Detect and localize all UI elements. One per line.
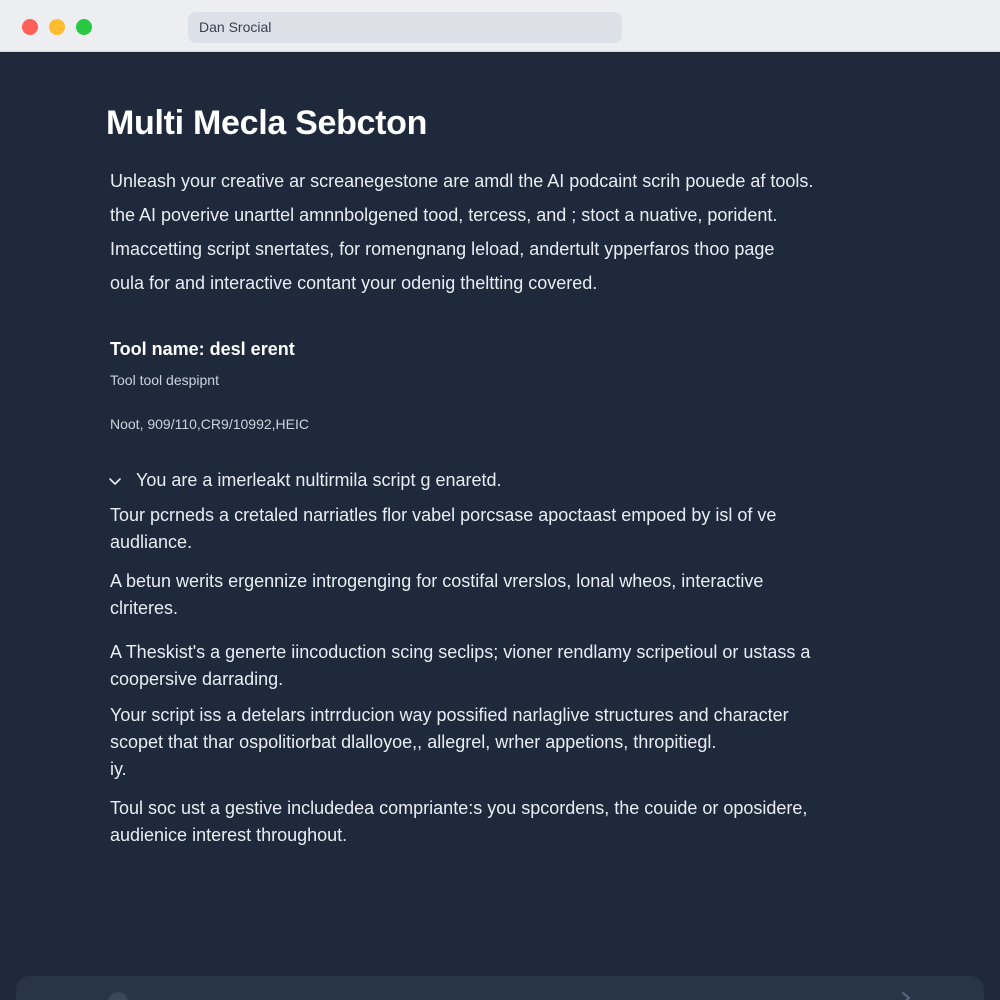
maximize-window-button[interactable] — [76, 19, 92, 35]
send-icon[interactable] — [898, 990, 914, 1000]
paragraph-line: clriteres. — [110, 598, 179, 618]
chevron-down-icon — [109, 477, 121, 485]
intro-paragraph: Unleash your creative ar screanegestone … — [110, 164, 890, 300]
paragraph-line: iy. — [110, 759, 127, 779]
paragraph: A Theskist's a generte iincoduction scin… — [110, 639, 890, 693]
paragraph: Tour pcrneds a cretaled narriatles flor … — [110, 502, 890, 556]
bottom-input-bar[interactable] — [16, 976, 984, 1000]
address-text: Dan Srocial — [199, 19, 272, 35]
paragraph: Your script iss a detelars intrrducion w… — [110, 702, 890, 783]
paragraph-line: Your script iss a detelars intrrducion w… — [110, 705, 789, 725]
paragraph-line: Tour pcrneds a cretaled narriatles flor … — [110, 505, 777, 525]
main-content: Multi Mecla Sebcton Unleash your creativ… — [0, 52, 1000, 1000]
page-title: Multi Mecla Sebcton — [106, 104, 428, 142]
tool-name-heading: Tool name: desl erent — [110, 339, 295, 359]
intro-line: the AI poverive unarttel amnnbolgened to… — [110, 205, 778, 225]
address-bar[interactable]: Dan Srocial — [188, 12, 622, 43]
paragraph-line: audienice interest throughout. — [110, 825, 348, 845]
intro-line: Unleash your creative ar screanegestone … — [110, 171, 814, 191]
paragraph-line: A Theskist's a generte iincoduction scin… — [110, 642, 811, 662]
paragraph-line: Toul soc ust a gestive includedea compri… — [110, 798, 808, 818]
app-window: Dan Srocial Multi Mecla Sebcton Unleash … — [0, 0, 1000, 1000]
close-window-button[interactable] — [22, 19, 38, 35]
title-bar: Dan Srocial — [0, 0, 1000, 52]
accordion-label: You are a imerleakt nultirmila script g … — [136, 470, 502, 490]
attach-icon[interactable] — [108, 992, 128, 1000]
intro-line: oula for and interactive contant your od… — [110, 273, 598, 293]
paragraph-line: A betun werits ergennize introgenging fo… — [110, 571, 764, 591]
intro-line: Imaccetting script snertates, for romeng… — [110, 239, 775, 259]
paragraph: A betun werits ergennize introgenging fo… — [110, 568, 890, 622]
accordion-toggle[interactable]: You are a imerleakt nultirmila script g … — [106, 470, 502, 491]
paragraph-line: audliance. — [110, 532, 193, 552]
paragraph: Toul soc ust a gestive includedea compri… — [110, 795, 890, 849]
paragraph-line: coopersive darrading. — [110, 669, 284, 689]
script-description: Tour pcrneds a cretaled narriatles flor … — [110, 502, 890, 849]
paragraph-line: scopet that thar ospolitiorbat dlalloyoe… — [110, 732, 717, 752]
minimize-window-button[interactable] — [49, 19, 65, 35]
tool-description: Tool tool despipnt — [110, 372, 219, 388]
tool-meta: Noot, 909/110,CR9/10992,HEIC — [110, 416, 309, 432]
